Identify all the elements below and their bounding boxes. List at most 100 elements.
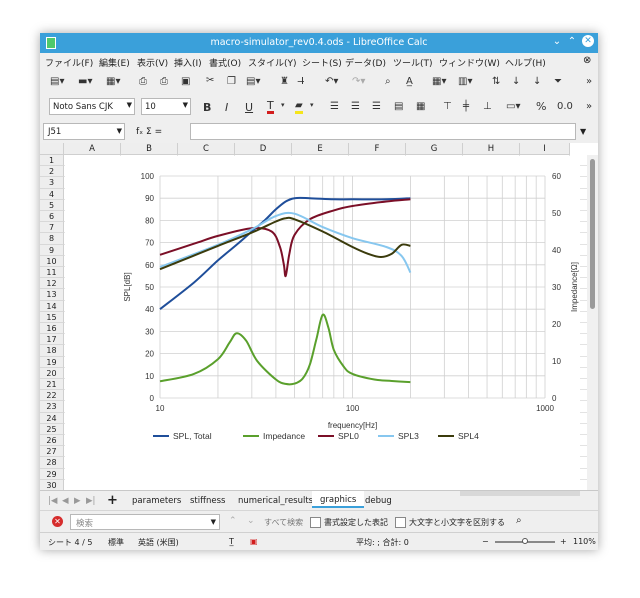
find-all-button[interactable]: すべて検索 [264,517,303,528]
sheet-tab-stiffness[interactable]: stiffness [190,496,225,506]
maximize-icon[interactable]: ⌃ [566,36,578,47]
menu-file[interactable]: ファイル(F) [45,56,93,69]
column-header-i[interactable]: I [520,143,570,155]
row-header-10[interactable]: 10 [40,255,64,267]
match-case-checkbox[interactable] [395,517,406,528]
align-right-icon[interactable]: ☰ [372,101,381,112]
row-header-28[interactable]: 28 [40,457,64,469]
menu-styles[interactable]: スタイル(Y) [248,56,297,69]
row-header-2[interactable]: 2 [40,166,64,178]
sheet-tab-graphics[interactable]: graphics [312,491,365,508]
column-header-f[interactable]: F [349,143,406,155]
sort-descending-icon[interactable]: ↓ [533,76,541,87]
menu-data[interactable]: データ(D) [345,56,386,69]
find-input[interactable]: 検索 ▼ [70,514,220,530]
previous-sheet-icon[interactable]: ◀ [62,496,69,506]
print-preview-icon[interactable]: ▣ [181,76,190,87]
find-previous-icon[interactable]: ⌃ [229,516,237,526]
chart[interactable]: 010203040506070809010010 100 1000010203040… [65,156,580,490]
paste-icon[interactable]: ▤▾ [246,76,260,87]
clone-formatting-icon[interactable]: ♜ [280,76,289,87]
sheet-tab-parameters[interactable]: parameters [132,496,181,506]
column-header-a[interactable]: A [64,143,121,155]
percent-format-icon[interactable]: % [536,100,546,113]
chevron-down-icon[interactable]: ▼ [117,127,122,135]
toolbar-overflow-icon[interactable]: » [586,76,592,87]
function-wizard-icon[interactable]: fₓ Σ = [136,127,162,137]
selection-mode-icon[interactable]: T̲ [229,537,234,546]
add-sheet-icon[interactable]: + [107,493,118,508]
sort-ascending-icon[interactable]: ↓ [512,76,520,87]
vertical-scroll-thumb[interactable] [590,159,595,309]
chevron-down-icon[interactable]: ▾ [310,101,314,109]
zoom-level[interactable]: 110% [573,537,596,546]
close-find-bar-icon[interactable]: ✕ [52,516,63,527]
export-pdf-icon[interactable]: ⎙ [139,76,147,87]
find-next-icon[interactable]: ⌄ [247,516,255,526]
column-header-e[interactable]: E [292,143,349,155]
font-size-box[interactable]: 10 ▼ [141,98,191,115]
find-replace-icon[interactable]: ⌕ [385,76,391,87]
menu-tools[interactable]: ツール(T) [393,56,433,69]
menu-sheet[interactable]: シート(S) [302,56,342,69]
row-header-4[interactable]: 4 [40,188,64,200]
row-header-9[interactable]: 9 [40,244,64,256]
zoom-slider[interactable] [495,538,555,544]
new-document-icon[interactable]: ▤▾ [50,76,64,87]
column-header-g[interactable]: G [406,143,463,155]
close-document-icon[interactable]: ⊗ [583,55,591,66]
menu-format[interactable]: 書式(O) [209,56,241,69]
row-header-8[interactable]: 8 [40,233,64,245]
row-header-1[interactable]: 1 [40,155,64,167]
column-header-b[interactable]: B [121,143,178,155]
menu-view[interactable]: 表示(V) [137,56,168,69]
chevron-down-icon[interactable]: ▼ [183,101,188,109]
highlight-color-icon[interactable]: ▰ [295,100,303,114]
row-header-16[interactable]: 16 [40,323,64,335]
zoom-in-icon[interactable]: + [560,537,567,546]
find-replace-dialog-icon[interactable]: ⌕ [516,515,522,526]
align-top-icon[interactable]: ⊤ [443,101,452,112]
row-header-7[interactable]: 7 [40,222,64,234]
menu-edit[interactable]: 編集(E) [99,56,130,69]
chevron-down-icon[interactable]: ▼ [211,518,216,526]
currency-format-icon[interactable]: ▭▾ [506,101,520,112]
chevron-down-icon[interactable]: ▼ [127,101,132,109]
row-header-13[interactable]: 13 [40,289,64,301]
clear-formatting-icon[interactable]: I̶ [301,76,304,87]
first-sheet-icon[interactable]: |◀ [48,496,57,506]
font-name-box[interactable]: Noto Sans CJK ▼ [49,98,135,115]
row-header-29[interactable]: 29 [40,468,64,480]
sheet-indicator[interactable]: シート 4 / 5 [48,537,93,548]
row-header-11[interactable]: 11 [40,267,64,279]
align-middle-icon[interactable]: ╪ [463,101,469,112]
vertical-scrollbar[interactable] [587,155,598,490]
page-style[interactable]: 標準 [108,537,124,548]
last-sheet-icon[interactable]: ▶| [86,496,95,506]
row-icon[interactable]: ▦▾ [432,76,446,87]
redo-icon[interactable]: ↷▾ [352,76,365,87]
autofilter-icon[interactable]: ⏷ [554,76,562,87]
row-header-20[interactable]: 20 [40,367,64,379]
sort-icon[interactable]: ⇅ [492,76,500,87]
row-header-23[interactable]: 23 [40,401,64,413]
zoom-slider-thumb[interactable] [522,538,528,544]
horizontal-scrollbar[interactable] [460,491,580,496]
row-header-14[interactable]: 14 [40,300,64,312]
bold-icon[interactable]: B [203,101,211,114]
language-indicator[interactable]: 英語 (米国) [138,537,179,548]
open-icon[interactable]: ▬▾ [78,76,92,87]
number-format-icon[interactable]: 0.0 [557,101,573,112]
save-icon[interactable]: ▦▾ [106,76,120,87]
row-header-5[interactable]: 5 [40,199,64,211]
row-header-17[interactable]: 17 [40,334,64,346]
name-box[interactable]: J51 ▼ [43,123,125,140]
close-window-icon[interactable]: ✕ [582,35,594,47]
sheet-tab-numerical-results[interactable]: numerical_results [238,496,313,506]
cut-icon[interactable]: ✂ [206,75,214,86]
print-icon[interactable]: ⎙ [160,76,168,87]
row-header-19[interactable]: 19 [40,356,64,368]
align-center-icon[interactable]: ☰ [351,101,360,112]
undo-icon[interactable]: ↶▾ [325,76,338,87]
wrap-text-icon[interactable]: ▤ [394,101,403,112]
